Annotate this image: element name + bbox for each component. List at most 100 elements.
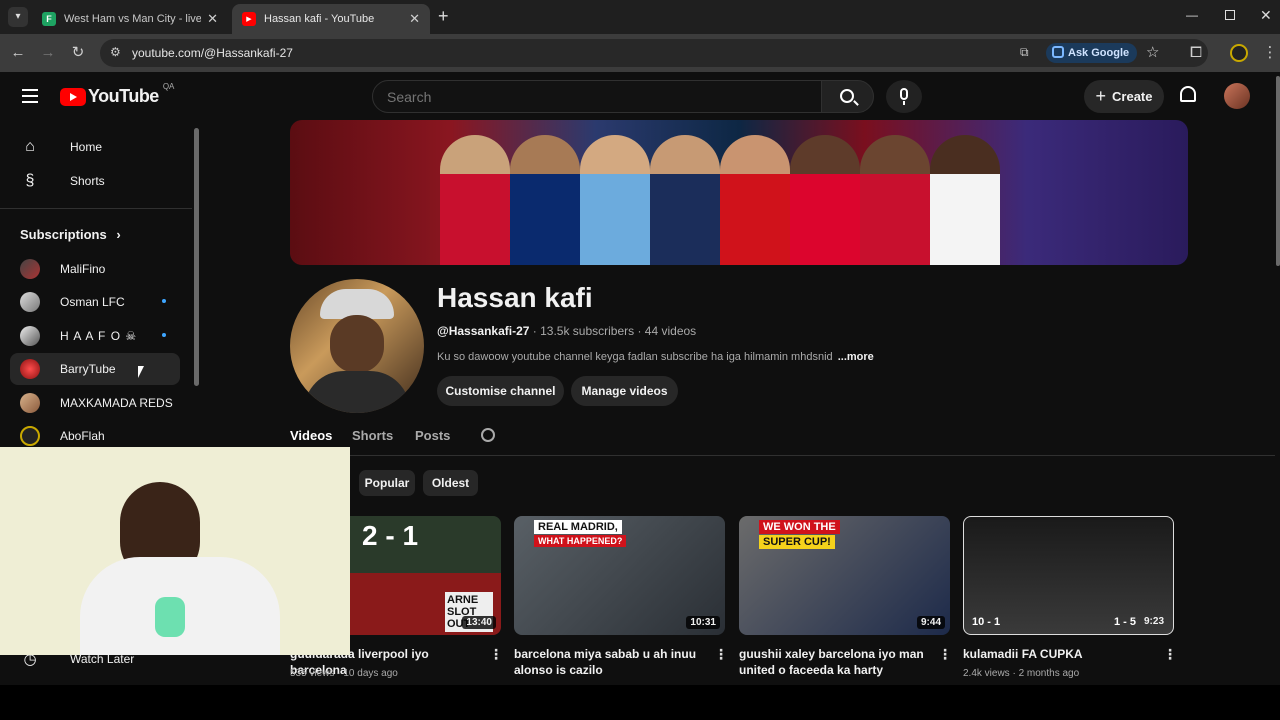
channel-avatar[interactable] [290,279,424,413]
page-scrollbar[interactable] [1276,76,1280,266]
hamburger-menu-icon[interactable] [22,89,38,103]
avatar [20,259,40,279]
youtube-logo-text: YouTube [88,86,159,106]
sidebar-sub-haafo[interactable]: H A A F O ☠ [10,320,180,352]
avatar [20,292,40,312]
shorts-icon: § [25,172,35,189]
youtube-logo[interactable]: YouTube QA [60,82,174,107]
tab-videos[interactable]: Videos [290,428,332,443]
more-options-icon[interactable]: ⋮ [938,646,952,663]
banner-player [720,135,790,265]
more-link[interactable]: ...more [838,351,874,363]
forward-icon[interactable]: → [38,43,58,63]
channel-description[interactable]: Ku so dawoow youtube channel keyga fadla… [437,351,874,363]
site-info-icon[interactable]: ⚙ [110,45,121,59]
subscriptions-heading[interactable]: Subscriptions › [20,227,121,242]
youtube-icon: ▶ [242,12,256,26]
banner-player [860,135,930,265]
create-button[interactable]: + Create [1084,80,1164,113]
sidebar-item-label: Shorts [70,174,105,188]
tab-shorts[interactable]: Shorts [352,428,393,443]
close-tab-icon[interactable]: ✕ [207,11,218,27]
sidebar-item-shorts[interactable]: § Shorts [10,165,180,197]
browser-tab-bar: ▾ F West Ham vs Man City - live sco ✕ ▶ … [0,0,1280,34]
manage-videos-button[interactable]: Manage videos [571,376,678,406]
search-box[interactable] [372,80,822,113]
voice-search-button[interactable] [886,80,922,113]
avatar [20,426,40,446]
avatar [20,326,40,346]
chevron-right-icon: › [116,227,121,242]
create-label: Create [1112,89,1153,104]
mic-icon [900,88,908,100]
video-duration: 9:44 [916,616,945,629]
home-icon: ⌂ [25,138,35,155]
filter-popular[interactable]: Popular [359,470,415,496]
close-tab-icon[interactable]: ✕ [409,11,420,27]
video-meta: 2.4k views · 2 months ago [963,668,1080,679]
region-code: QA [162,82,175,91]
notifications-bell-icon[interactable] [1180,86,1196,102]
customise-channel-button[interactable]: Customise channel [437,376,564,406]
video-duration: 10:31 [686,616,720,629]
filter-oldest[interactable]: Oldest [423,470,478,496]
tabs-divider [290,455,1275,456]
account-avatar[interactable] [1224,83,1250,109]
sidebar-sub-barrytube[interactable]: BarryTube [10,353,180,385]
more-options-icon[interactable]: ⋮ [714,646,728,663]
minimize-icon[interactable]: — [1186,8,1198,22]
banner-player [580,135,650,265]
bottom-letterbox [0,685,1280,720]
bookmark-star-icon[interactable]: ☆ [1146,43,1159,61]
channel-stats: · 13.5k subscribers · 44 videos [532,324,697,338]
browser-toolbar: ← → ↻ ⚙ youtube.com/@Hassankafi-27 ⧉ Ask… [0,34,1280,72]
reload-icon[interactable]: ↻ [68,43,88,63]
install-app-icon[interactable]: ⧉ [1020,45,1029,60]
more-options-icon[interactable]: ⋮ [1163,646,1177,663]
new-tab-button[interactable]: + [438,6,449,27]
url-text[interactable]: youtube.com/@Hassankafi-27 [132,46,293,60]
avatar [20,359,40,379]
video-duration: 13:40 [462,616,496,629]
new-content-dot [162,299,166,303]
more-options-icon[interactable]: ⋮ [489,646,503,663]
video-thumbnail[interactable]: WE WON THE SUPER CUP! 9:44 [739,516,950,635]
plus-icon: + [1095,86,1107,106]
video-title[interactable]: kulamadii FA CUPKA [963,646,1153,662]
sidebar-scrollbar[interactable] [194,128,199,386]
sidebar-sub-osman-lfc[interactable]: Osman LFC [10,286,180,318]
video-thumbnail[interactable]: REAL MADRID, WHAT HAPPENED? 10:31 [514,516,725,635]
tab-title: West Ham vs Man City - live sco [64,13,202,25]
tab-posts[interactable]: Posts [415,428,450,443]
video-title[interactable]: guushii xaley barcelona iyo man united o… [739,646,929,678]
channel-meta: @Hassankafi-27 · 13.5k subscribers · 44 … [437,324,696,338]
sidebar-sub-malifino[interactable]: MaliFino [10,253,180,285]
sheets-icon: F [42,12,56,26]
profile-avatar-icon[interactable] [1230,44,1248,62]
tab-search-button[interactable]: ▾ [8,7,28,27]
extensions-icon[interactable]: ⧠ [1186,43,1206,63]
omnibox[interactable]: ⚙ youtube.com/@Hassankafi-27 ⧉ Ask Googl… [100,39,1208,67]
browser-menu-icon[interactable]: ⋮ [1260,43,1280,63]
video-title[interactable]: barcelona miya sabab u ah inuu alonso is… [514,646,704,678]
back-icon[interactable]: ← [8,43,28,63]
new-content-dot [162,333,166,337]
video-duration: 9:23 [1143,616,1164,627]
sidebar-divider [0,208,192,209]
sidebar-item-home[interactable]: ⌂ Home [10,131,180,163]
channel-name: Hassan kafi [437,282,593,313]
banner-player [510,135,580,265]
browser-tab-youtube[interactable]: ▶ Hassan kafi - YouTube ✕ [232,4,430,34]
search-button[interactable] [821,80,874,113]
banner-player [650,135,720,265]
banner-player [440,135,510,265]
search-input[interactable] [387,89,787,105]
webcam-overlay [0,447,350,655]
sidebar-item-label: Home [70,140,103,154]
channel-search-icon[interactable] [481,428,495,442]
video-thumbnail[interactable]: 10 - 1 1 - 5 9:23 [963,516,1174,635]
sidebar-sub-maxkamada-reds[interactable]: MAXKAMADA REDS [10,387,180,419]
restore-icon[interactable] [1225,10,1235,20]
browser-tab-livescore[interactable]: F West Ham vs Man City - live sco ✕ [32,4,228,34]
close-window-icon[interactable]: ✕ [1260,7,1272,24]
